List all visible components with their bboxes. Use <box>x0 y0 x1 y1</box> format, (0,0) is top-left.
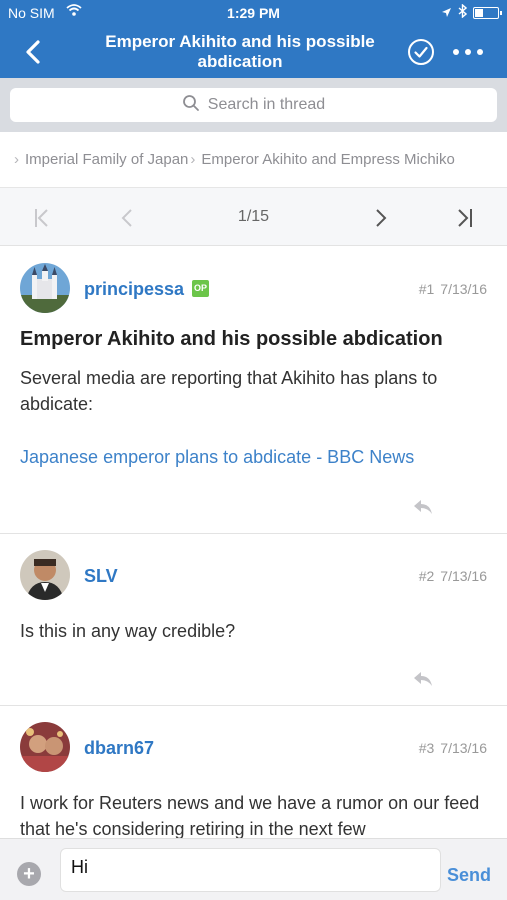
post-username[interactable]: SLV <box>84 566 118 587</box>
reply-icon[interactable] <box>412 498 434 516</box>
post-meta: #2 7/13/16 <box>419 568 487 584</box>
post-number: #3 <box>418 740 435 756</box>
check-circle-icon[interactable] <box>407 38 435 66</box>
post-body: I work for Reuters news and we have a ru… <box>20 793 480 838</box>
avatar[interactable] <box>20 722 70 772</box>
avatar[interactable] <box>20 263 70 313</box>
post-meta: #1 7/13/16 <box>419 281 487 297</box>
search-icon <box>182 94 200 117</box>
more-options-icon[interactable] <box>450 42 486 62</box>
search-placeholder: Search in thread <box>207 96 326 113</box>
search-input[interactable]: Search in thread <box>10 88 497 122</box>
reply-input[interactable]: Hi <box>60 848 441 892</box>
op-badge: OP <box>192 280 209 297</box>
bluetooth-icon <box>458 3 468 21</box>
post-meta: #3 7/13/16 <box>419 740 487 756</box>
post-date: 7/13/16 <box>440 740 487 756</box>
add-attachment-icon[interactable]: + <box>17 862 41 886</box>
post-item: SLV #2 7/13/16 Is this in any way credibl… <box>0 534 507 706</box>
post-body: Several media are reporting that Akihito… <box>20 368 438 414</box>
post-title: Emperor Akihito and his possible abdicat… <box>20 328 443 350</box>
thread-title: Emperor Akihito and his possible abdicat… <box>90 32 390 72</box>
page-navigator: 1/15 <box>0 188 507 246</box>
post-number: #1 <box>418 281 435 297</box>
status-bar: No SIM 1:29 PM <box>0 0 507 26</box>
status-time: 1:29 PM <box>227 5 280 21</box>
next-page-icon[interactable] <box>368 206 392 230</box>
post-item: principessa OP #1 7/13/16 Emperor Akihito… <box>0 246 507 534</box>
location-arrow-icon <box>441 5 452 21</box>
battery-icon <box>473 6 502 19</box>
post-username[interactable]: dbarn67 <box>84 738 154 759</box>
thread-title-line1: Emperor Akihito and his possible <box>105 32 375 51</box>
post-date: 7/13/16 <box>440 568 487 584</box>
breadcrumb-item-subforum[interactable]: Emperor Akihito and Empress Michiko <box>201 151 454 168</box>
post-item: dbarn67 #3 7/13/16 I work for Reuters new… <box>0 706 507 838</box>
chevron-right-icon: › <box>14 151 19 168</box>
breadcrumb: › Imperial Family of Japan › Emperor Akihit… <box>0 132 507 188</box>
chevron-right-icon: › <box>190 151 196 168</box>
back-chevron-icon[interactable] <box>20 36 50 68</box>
avatar[interactable] <box>20 550 70 600</box>
search-bar-container: Search in thread <box>0 78 507 132</box>
post-date: 7/13/16 <box>440 281 487 297</box>
reply-icon[interactable] <box>412 670 434 688</box>
reply-composer: + Hi Send <box>0 838 507 900</box>
post-username[interactable]: principessa <box>84 279 184 300</box>
thread-title-line2: abdication <box>197 52 283 71</box>
post-link[interactable]: Japanese emperor plans to abdicate - BBC… <box>20 447 414 468</box>
send-button[interactable]: Send <box>447 865 491 886</box>
breadcrumb-item-forum[interactable]: Imperial Family of Japan <box>25 151 188 168</box>
page-counter: 1/15 <box>237 208 270 225</box>
last-page-icon[interactable] <box>453 206 477 230</box>
navigation-bar: No SIM 1:29 PM Emperor Akihito and his p… <box>0 0 507 78</box>
post-number: #2 <box>418 568 435 584</box>
post-body: Is this in any way credible? <box>20 621 236 641</box>
